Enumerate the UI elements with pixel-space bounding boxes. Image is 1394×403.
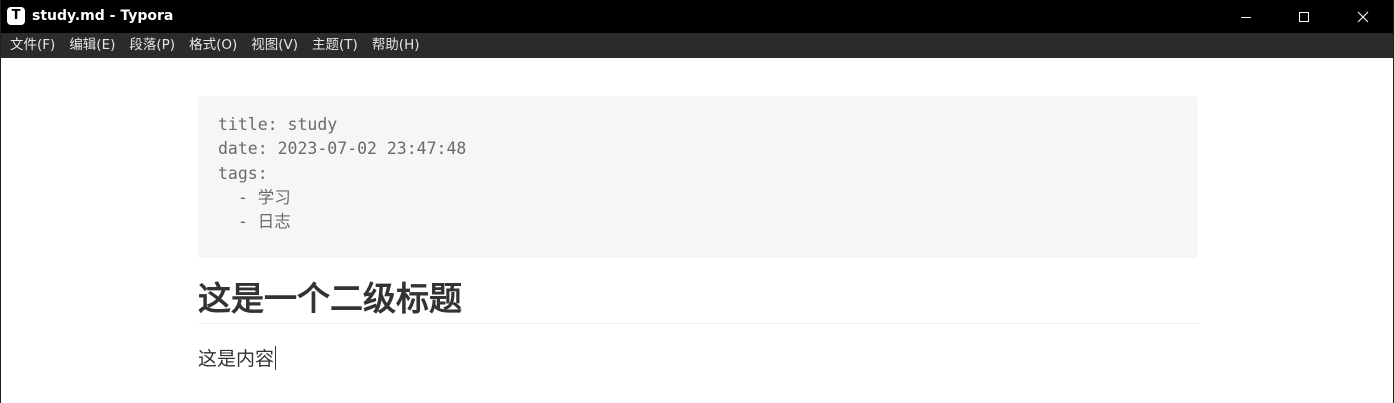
title-bar[interactable]: T study.md - Typora xyxy=(1,0,1393,33)
front-matter-line: date: 2023-07-02 23:47:48 xyxy=(218,139,467,159)
paragraph-text: 这是内容 xyxy=(198,348,275,370)
yaml-front-matter[interactable]: title: study date: 2023-07-02 23:47:48 t… xyxy=(198,96,1198,258)
front-matter-line: title: study xyxy=(218,115,338,134)
body-paragraph[interactable]: 这是内容 xyxy=(198,346,277,372)
typora-logo-icon: T xyxy=(7,7,25,25)
menu-view[interactable]: 视图(V) xyxy=(246,33,303,58)
menu-theme[interactable]: 主题(T) xyxy=(307,33,363,58)
typora-window: T study.md - Typora 文件(F) 编辑(E) 段落(P) 格式… xyxy=(0,0,1394,403)
menu-bar: 文件(F) 编辑(E) 段落(P) 格式(O) 视图(V) 主题(T) 帮助(H… xyxy=(1,33,1393,58)
minimize-button[interactable] xyxy=(1217,0,1275,33)
close-button[interactable] xyxy=(1334,0,1392,33)
editor-area[interactable]: title: study date: 2023-07-02 23:47:48 t… xyxy=(1,58,1393,403)
maximize-button[interactable] xyxy=(1275,0,1333,33)
heading-level-2[interactable]: 这是一个二级标题 xyxy=(198,276,1198,324)
front-matter-line: - 日志 xyxy=(218,212,291,232)
menu-paragraph[interactable]: 段落(P) xyxy=(124,33,180,58)
minimize-icon xyxy=(1241,16,1251,18)
maximize-icon xyxy=(1299,11,1309,22)
close-icon xyxy=(1357,11,1369,22)
menu-edit[interactable]: 编辑(E) xyxy=(64,33,120,58)
front-matter-line: tags: xyxy=(218,163,268,183)
window-title: study.md - Typora xyxy=(32,8,174,24)
menu-format[interactable]: 格式(O) xyxy=(184,33,242,58)
menu-help[interactable]: 帮助(H) xyxy=(367,33,425,58)
front-matter-line: - 学习 xyxy=(218,187,291,207)
text-cursor xyxy=(275,346,277,370)
menu-file[interactable]: 文件(F) xyxy=(5,33,60,58)
